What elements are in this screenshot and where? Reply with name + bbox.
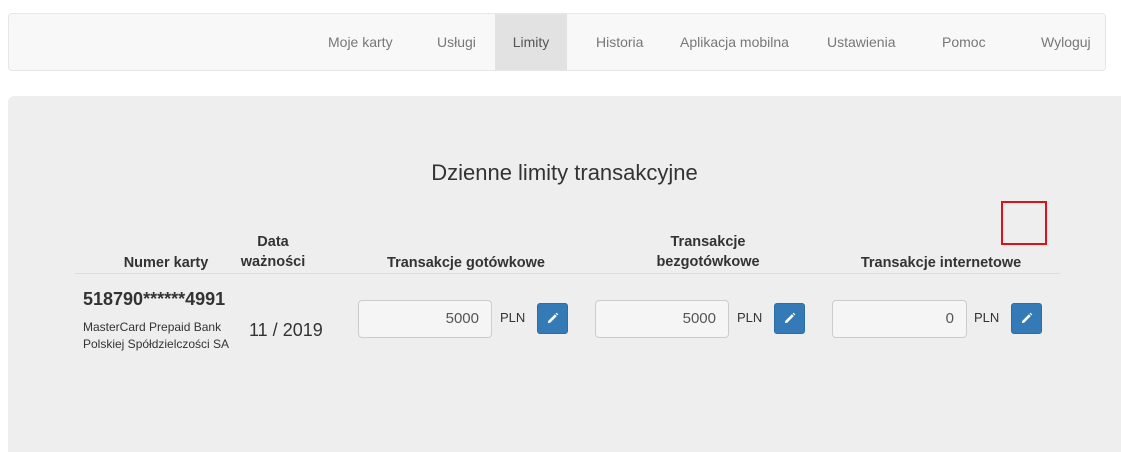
nav-item-moje-karty[interactable]: Moje karty — [313, 14, 408, 70]
nav-item-historia[interactable]: Historia — [581, 14, 658, 70]
nav-item-wyloguj[interactable]: Wyloguj — [1026, 14, 1106, 70]
card-number: 518790******4991 — [83, 289, 226, 309]
nav-item-aplikacja-mobilna[interactable]: Aplikacja mobilna — [665, 14, 804, 70]
header-cashless: Transakcje bezgotówkowe — [608, 232, 808, 272]
internet-limit-field[interactable]: 0 — [832, 300, 967, 338]
card-description: MasterCard Prepaid Bank Polskiej Spółdzi… — [83, 320, 230, 351]
header-expiry-line2: ważności — [240, 254, 306, 270]
header-cashless-line2: bezgotówkowe — [656, 254, 760, 270]
cash-limit-field[interactable]: 5000 — [358, 300, 492, 338]
highlight-box — [1001, 201, 1047, 245]
pencil-icon — [784, 312, 796, 324]
nav-item-limity[interactable]: Limity — [495, 14, 567, 70]
edit-internet-limit-button[interactable] — [1011, 303, 1042, 334]
pencil-icon — [1021, 312, 1033, 324]
header-divider — [75, 273, 1060, 274]
header-expiry: Data ważności — [233, 232, 313, 272]
limits-panel: Dzienne limity transakcyjne Numer karty … — [8, 96, 1121, 452]
top-navbar: Moje karty Usługi Limity Historia Aplika… — [8, 13, 1106, 71]
header-internet: Transakcje internetowe — [860, 255, 1022, 271]
cashless-limit-currency: PLN — [737, 310, 763, 325]
internet-limit-currency: PLN — [974, 310, 1000, 325]
header-cash: Transakcje gotówkowe — [387, 255, 545, 271]
edit-cash-limit-button[interactable] — [537, 303, 568, 334]
header-expiry-line1: Data — [257, 234, 289, 250]
nav-item-pomoc[interactable]: Pomoc — [927, 14, 1001, 70]
pencil-icon — [547, 312, 559, 324]
header-card-number: Numer karty — [123, 255, 209, 271]
header-cashless-line1: Transakcje — [670, 234, 746, 250]
page-title: Dzienne limity transakcyjne — [431, 160, 698, 185]
nav-item-uslugi[interactable]: Usługi — [422, 14, 491, 70]
edit-cashless-limit-button[interactable] — [774, 303, 805, 334]
cash-limit-currency: PLN — [500, 310, 526, 325]
cashless-limit-field[interactable]: 5000 — [595, 300, 729, 338]
nav-item-ustawienia[interactable]: Ustawienia — [812, 14, 910, 70]
card-expiry: 11 / 2019 — [249, 320, 323, 340]
